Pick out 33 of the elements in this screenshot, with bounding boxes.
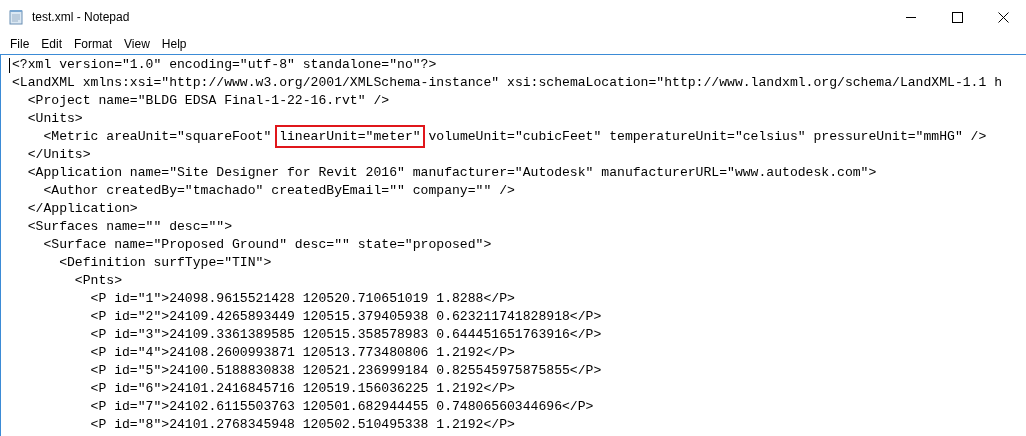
code-text: <P id="4">24108.2600993871 120513.773480806 1.2192</P> — [90, 345, 515, 360]
menu-item[interactable]: File — [4, 34, 36, 54]
code-text: <P id="1">24098.9615521428 120520.710651019 1.8288</P> — [90, 291, 515, 306]
menu-item[interactable]: Format — [68, 34, 119, 54]
text-cursor — [9, 58, 10, 73]
code-text: <Project name="BLDG EDSA Final-1-22-16.rvt" /> — [27, 93, 390, 108]
code-text: <Surfaces name="" desc=""> — [27, 219, 232, 234]
text-area[interactable] — [0, 54, 1026, 436]
menu-item[interactable]: Help — [155, 34, 193, 54]
code-text: <Metric areaUnit="squareFoot" — [43, 129, 273, 144]
code-text: </Application> — [27, 201, 138, 216]
code-text: <P id="7">24102.6115503763 120501.682944455 0.74806560344696</P> — [90, 399, 594, 414]
code-text: volumeUnit="cubicFeet" temperatureUnit="celsius" pressureUnit="mmHG" /> — [427, 129, 987, 144]
code-text: <P id="6">24101.2416845716 120519.156036225 1.2192</P> — [90, 381, 515, 396]
notepad-icon — [8, 9, 24, 25]
menu-item[interactable]: Edit — [35, 34, 69, 54]
maximize-icon — [951, 11, 963, 23]
code-text: <LandXML xmlns:xsi="http://www.w3.org/2001/XMLSchema-instance" xsi:schemaLocation="http://www.landxml.org/schema/LandXML-1.1 h — [12, 75, 1003, 90]
code-text: <Units> — [27, 111, 83, 126]
code-text: </Units> — [27, 147, 91, 162]
code-text: <P id="8">24101.2768345948 120502.510495338 1.2192</P> — [90, 417, 515, 432]
window-title: test.xml - Notepad — [32, 9, 130, 26]
code-text: <Pnts> — [74, 273, 122, 288]
menu-item[interactable]: View — [118, 34, 156, 54]
code-text: <Surface name="Proposed Ground" desc="" state="proposed"> — [43, 237, 492, 252]
code-text: <?xml version="1.0" encoding="utf-8" standalone="no"?> — [12, 57, 437, 72]
code-text: <P id="2">24109.4265893449 120515.379405938 0.623211741828918</P> — [90, 309, 602, 324]
code-text: <P id="5">24100.5188830838 120521.236999184 0.825545975875855</P> — [90, 363, 602, 378]
code-text: <Definition surfType="TIN"> — [59, 255, 272, 270]
code-text: <P id="3">24109.3361389585 120515.358578983 0.644451651763916</P> — [90, 327, 602, 342]
code-text: <Application name="Site Designer for Revit 2016" manufacturer="Autodesk" manufacturerURL="www.autodesk.com"> — [27, 165, 877, 180]
code-text: <Author createdBy="tmachado" createdByEmail="" company="" /> — [43, 183, 515, 198]
close-icon — [997, 11, 1009, 23]
